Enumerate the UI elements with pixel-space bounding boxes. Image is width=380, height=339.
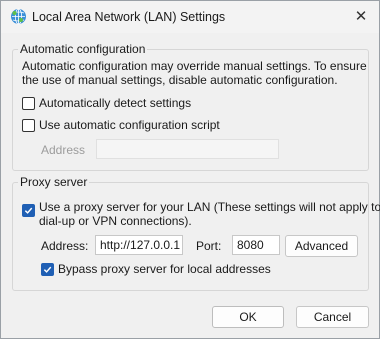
ok-button[interactable]: OK: [212, 306, 284, 328]
close-button[interactable]: ✕: [347, 3, 375, 29]
use-proxy-checkbox-row[interactable]: Use a proxy server for your LAN (These s…: [22, 200, 380, 228]
checkmark-icon: [24, 207, 33, 214]
use-proxy-label-line1: Use a proxy server for your LAN (These s…: [39, 200, 380, 214]
bypass-local-checkbox[interactable]: [41, 262, 54, 276]
proxy-port-label: Port:: [196, 239, 222, 253]
proxy-port-input[interactable]: 8080: [232, 235, 280, 255]
auto-detect-checkbox-row[interactable]: Automatically detect settings: [22, 96, 191, 110]
auto-config-script-checkbox-row[interactable]: Use automatic configuration script: [22, 118, 220, 132]
automatic-configuration-legend: Automatic configuration: [18, 42, 148, 56]
checkmark-icon: [43, 266, 52, 273]
window-title: Local Area Network (LAN) Settings: [32, 10, 226, 24]
use-proxy-checkbox[interactable]: [22, 204, 35, 217]
auto-detect-label: Automatically detect settings: [39, 96, 192, 110]
auto-config-script-checkbox[interactable]: [22, 118, 35, 132]
script-address-label: Address: [41, 143, 86, 157]
network-globe-icon: [10, 8, 27, 25]
bypass-local-label: Bypass proxy server for local addresses: [58, 262, 271, 276]
auto-detect-checkbox[interactable]: [22, 96, 35, 110]
advanced-button[interactable]: Advanced: [285, 235, 358, 257]
script-address-input[interactable]: [96, 139, 279, 159]
bypass-local-checkbox-row[interactable]: Bypass proxy server for local addresses: [41, 262, 271, 276]
lan-settings-dialog: Local Area Network (LAN) Settings ✕ Auto…: [0, 0, 380, 339]
use-proxy-label-line2: dial-up or VPN connections).: [39, 214, 192, 228]
proxy-address-input[interactable]: http://127.0.0.1: [95, 235, 183, 255]
cancel-button[interactable]: Cancel: [296, 306, 369, 328]
auto-config-script-label: Use automatic configuration script: [39, 118, 220, 132]
proxy-address-label: Address:: [41, 239, 89, 253]
title-bar[interactable]: Local Area Network (LAN) Settings ✕: [1, 1, 379, 33]
proxy-server-legend: Proxy server: [18, 175, 90, 189]
close-icon: ✕: [354, 8, 368, 25]
automatic-configuration-description: Automatic configuration may override man…: [22, 59, 367, 87]
